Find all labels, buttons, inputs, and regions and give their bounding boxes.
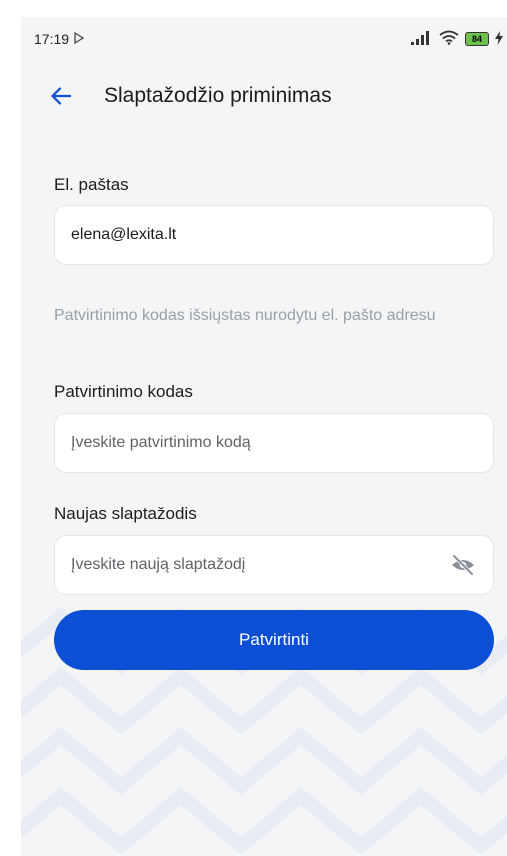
charging-icon xyxy=(495,30,503,48)
email-input[interactable] xyxy=(71,226,477,244)
status-bar: 17:19 84 xyxy=(21,17,507,61)
phone-screen: 17:19 84 Slaptažodžio priminimas El. paš… xyxy=(21,17,507,856)
hint-text: Patvirtinimo kodas išsiųstas nurodytu el… xyxy=(54,307,436,324)
password-reset-form: El. paštas Patvirtinimo kodas išsiųstas … xyxy=(21,131,507,856)
page-title: Slaptažodžio priminimas xyxy=(104,84,332,107)
password-input[interactable] xyxy=(71,556,450,574)
submit-button[interactable]: Patvirtinti xyxy=(54,610,494,670)
email-field[interactable] xyxy=(54,205,494,265)
arrow-left-icon xyxy=(51,87,71,105)
status-time: 17:19 xyxy=(34,31,70,47)
signal-icon xyxy=(411,30,433,48)
toggle-password-visibility-button[interactable] xyxy=(449,550,477,580)
password-label: Naujas slaptažodis xyxy=(54,504,197,523)
code-label: Patvirtinimo kodas xyxy=(54,382,193,401)
eye-slash-icon xyxy=(452,554,475,576)
code-input[interactable] xyxy=(71,434,477,452)
battery-indicator: 84 xyxy=(465,32,489,46)
play-store-icon xyxy=(73,31,85,47)
back-button[interactable] xyxy=(44,79,78,113)
password-field[interactable] xyxy=(54,535,494,595)
email-label: El. paštas xyxy=(54,175,129,194)
code-field[interactable] xyxy=(54,413,494,473)
app-header: Slaptažodžio priminimas xyxy=(21,61,507,131)
wifi-icon xyxy=(439,30,459,48)
